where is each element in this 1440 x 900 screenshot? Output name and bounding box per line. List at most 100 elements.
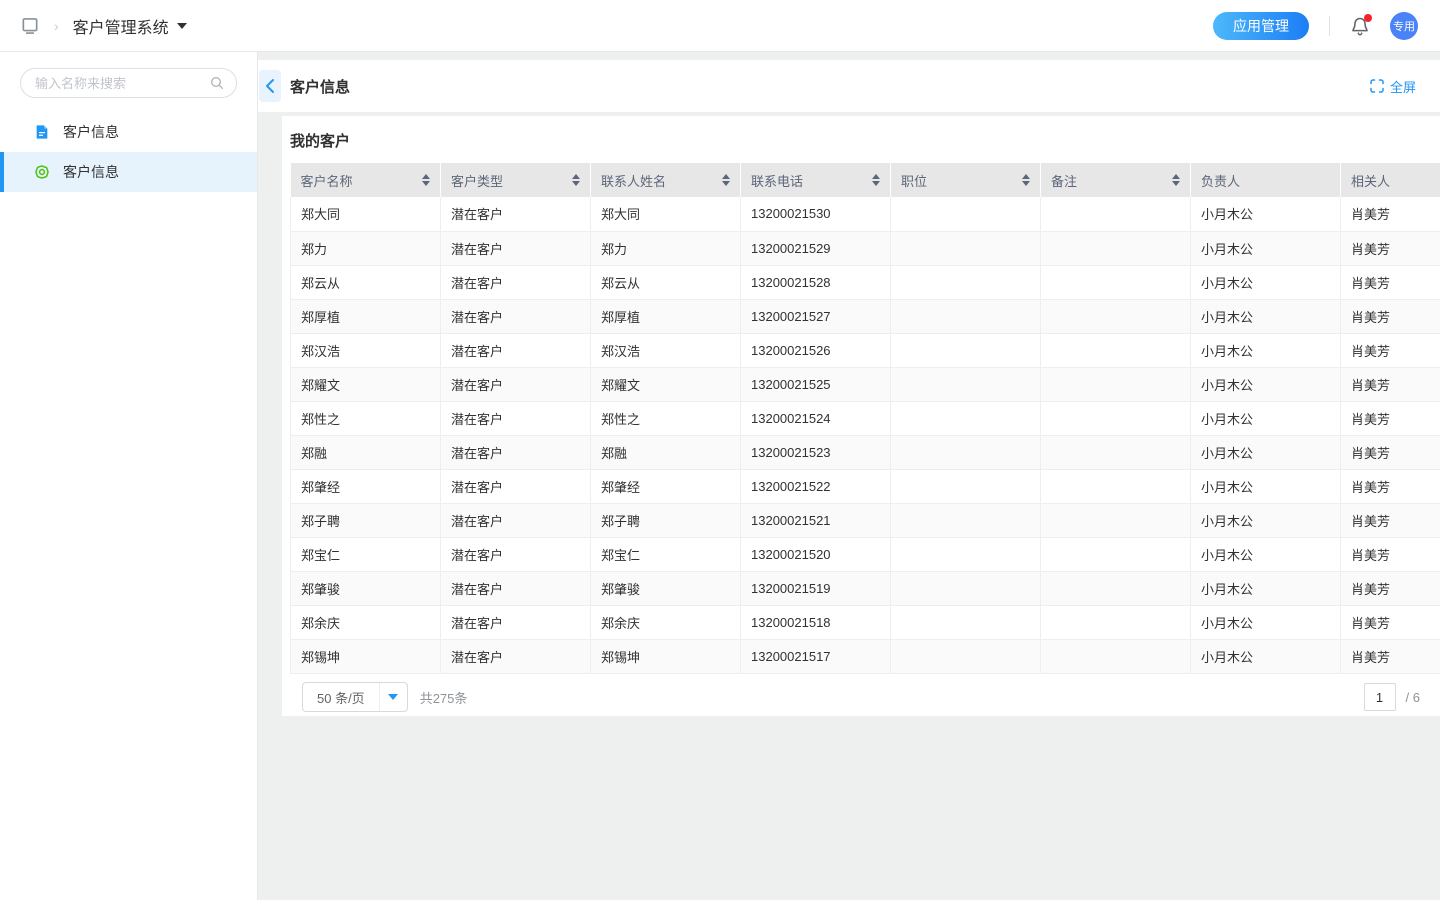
pagination-bar: 50 条/页 共275条 / 6 <box>290 674 1440 717</box>
table-cell: 肖美芳 <box>1341 503 1440 537</box>
sort-icon[interactable] <box>572 174 580 186</box>
table-row[interactable]: 郑力潜在客户郑力13200021529小月木公肖美芳 <box>291 231 1440 265</box>
table-row[interactable]: 郑肇经潜在客户郑肇经13200021522小月木公肖美芳 <box>291 469 1440 503</box>
sort-icon[interactable] <box>422 174 430 186</box>
table-cell: 郑性之 <box>591 401 741 435</box>
column-header[interactable]: 备注 <box>1041 163 1191 197</box>
table-cell <box>891 265 1041 299</box>
monitor-icon[interactable] <box>20 16 40 36</box>
table-cell: 潜在客户 <box>441 401 591 435</box>
table-cell: 郑耀文 <box>291 367 441 401</box>
table-cell: 小月木公 <box>1191 503 1341 537</box>
table-cell: 郑余庆 <box>291 605 441 639</box>
table-cell: 郑厚植 <box>591 299 741 333</box>
app-manage-button[interactable]: 应用管理 <box>1213 12 1309 40</box>
avatar[interactable]: 专用 <box>1390 12 1418 40</box>
page-title: 客户信息 <box>290 76 350 97</box>
card-title: 我的客户 <box>290 128 1440 163</box>
sort-icon[interactable] <box>722 174 730 186</box>
column-header: 负责人 <box>1191 163 1341 197</box>
table-cell <box>891 197 1041 231</box>
table-cell: 郑锡坤 <box>291 639 441 673</box>
back-button[interactable] <box>259 70 281 102</box>
column-label: 职位 <box>901 174 927 189</box>
table-row[interactable]: 郑性之潜在客户郑性之13200021524小月木公肖美芳 <box>291 401 1440 435</box>
table-cell <box>891 639 1041 673</box>
table-row[interactable]: 郑余庆潜在客户郑余庆13200021518小月木公肖美芳 <box>291 605 1440 639</box>
table-cell <box>1041 605 1191 639</box>
table-cell: 肖美芳 <box>1341 333 1440 367</box>
sort-icon[interactable] <box>1022 174 1030 186</box>
table-row[interactable]: 郑耀文潜在客户郑耀文13200021525小月木公肖美芳 <box>291 367 1440 401</box>
table-row[interactable]: 郑融潜在客户郑融13200021523小月木公肖美芳 <box>291 435 1440 469</box>
table-row[interactable]: 郑锡坤潜在客户郑锡坤13200021517小月木公肖美芳 <box>291 639 1440 673</box>
table-cell: 郑宝仁 <box>291 537 441 571</box>
table-cell: 13200021527 <box>741 299 891 333</box>
column-header[interactable]: 联系人姓名 <box>591 163 741 197</box>
table-cell: 13200021528 <box>741 265 891 299</box>
column-header[interactable]: 职位 <box>891 163 1041 197</box>
search-icon[interactable] <box>209 75 225 96</box>
chevron-down-icon[interactable] <box>177 23 187 29</box>
table-cell: 郑肇骏 <box>591 571 741 605</box>
page-total-label: / 6 <box>1406 690 1420 705</box>
sidebar: 客户信息 客户信息 <box>0 52 258 900</box>
page-size-select[interactable]: 50 条/页 <box>302 682 408 712</box>
table-row[interactable]: 郑肇骏潜在客户郑肇骏13200021519小月木公肖美芳 <box>291 571 1440 605</box>
table-cell: 郑融 <box>591 435 741 469</box>
table-row[interactable]: 郑汉浩潜在客户郑汉浩13200021526小月木公肖美芳 <box>291 333 1440 367</box>
table-cell: 郑肇经 <box>291 469 441 503</box>
table-cell: 郑子聘 <box>291 503 441 537</box>
table-cell <box>1041 299 1191 333</box>
app-title[interactable]: 客户管理系统 <box>73 14 169 38</box>
table-cell <box>891 299 1041 333</box>
page-number-input[interactable] <box>1364 683 1396 711</box>
table-cell: 肖美芳 <box>1341 367 1440 401</box>
table-row[interactable]: 郑云从潜在客户郑云从13200021528小月木公肖美芳 <box>291 265 1440 299</box>
fullscreen-label: 全屏 <box>1390 77 1416 96</box>
table-cell: 郑云从 <box>591 265 741 299</box>
customer-table: 客户名称客户类型联系人姓名联系电话职位备注负责人相关人 郑大同潜在客户郑大同13… <box>290 163 1440 674</box>
table-cell: 13200021519 <box>741 571 891 605</box>
sidebar-menu: 客户信息 客户信息 <box>0 112 257 192</box>
table-cell: 郑耀文 <box>591 367 741 401</box>
notification-badge <box>1364 14 1372 22</box>
table-row[interactable]: 郑大同潜在客户郑大同13200021530小月木公肖美芳 <box>291 197 1440 231</box>
table-cell: 肖美芳 <box>1341 605 1440 639</box>
table-cell: 郑锡坤 <box>591 639 741 673</box>
sort-icon[interactable] <box>1172 174 1180 186</box>
table-cell: 潜在客户 <box>441 265 591 299</box>
table-cell: 郑厚植 <box>291 299 441 333</box>
table-cell: 小月木公 <box>1191 265 1341 299</box>
table-cell <box>1041 639 1191 673</box>
table-row[interactable]: 郑宝仁潜在客户郑宝仁13200021520小月木公肖美芳 <box>291 537 1440 571</box>
table-cell: 小月木公 <box>1191 537 1341 571</box>
column-header[interactable]: 联系电话 <box>741 163 891 197</box>
table-row[interactable]: 郑子聘潜在客户郑子聘13200021521小月木公肖美芳 <box>291 503 1440 537</box>
table-cell <box>891 231 1041 265</box>
table-cell: 郑余庆 <box>591 605 741 639</box>
fullscreen-button[interactable]: 全屏 <box>1370 77 1416 96</box>
sidebar-item-customer-info-active[interactable]: 客户信息 <box>0 152 257 192</box>
page-size-label: 50 条/页 <box>303 688 379 707</box>
gear-icon <box>34 164 50 180</box>
search-input[interactable] <box>20 68 237 98</box>
table-cell: 小月木公 <box>1191 367 1341 401</box>
table-container: 客户名称客户类型联系人姓名联系电话职位备注负责人相关人 郑大同潜在客户郑大同13… <box>290 163 1440 674</box>
sidebar-item-customer-info[interactable]: 客户信息 <box>0 112 257 152</box>
sort-icon[interactable] <box>872 174 880 186</box>
table-row[interactable]: 郑厚植潜在客户郑厚植13200021527小月木公肖美芳 <box>291 299 1440 333</box>
column-header[interactable]: 客户名称 <box>291 163 441 197</box>
table-cell: 小月木公 <box>1191 639 1341 673</box>
table-cell: 13200021518 <box>741 605 891 639</box>
page-header: 客户信息 全屏 <box>258 60 1440 112</box>
table-cell: 肖美芳 <box>1341 197 1440 231</box>
sidebar-item-label: 客户信息 <box>63 122 119 142</box>
table-cell: 潜在客户 <box>441 469 591 503</box>
table-cell: 郑宝仁 <box>591 537 741 571</box>
select-caret-box[interactable] <box>379 683 407 711</box>
fullscreen-icon <box>1370 79 1384 93</box>
column-header[interactable]: 客户类型 <box>441 163 591 197</box>
bell-icon[interactable] <box>1350 16 1370 36</box>
table-cell: 13200021525 <box>741 367 891 401</box>
